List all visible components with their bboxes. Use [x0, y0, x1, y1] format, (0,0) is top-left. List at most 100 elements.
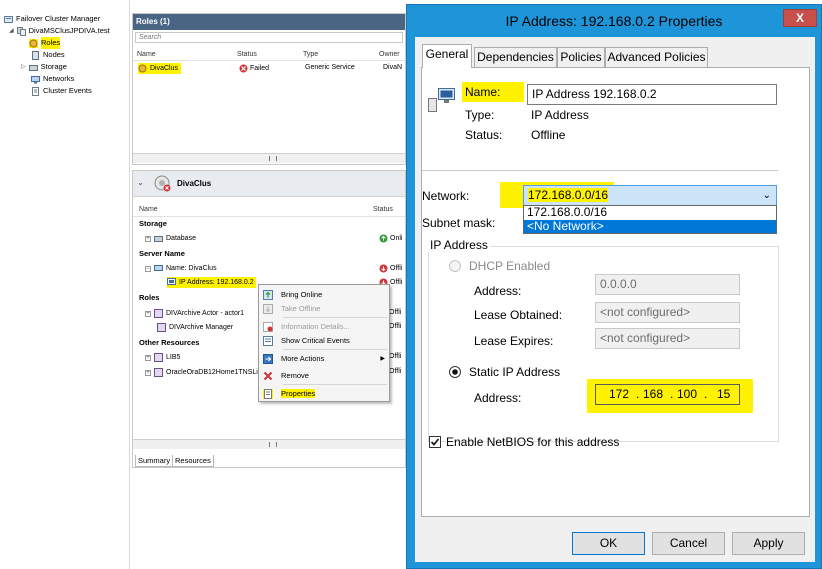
menu-item-remove[interactable]: Remove: [259, 369, 389, 382]
dialog-title: IP Address: 192.168.0.2 Properties: [505, 13, 723, 29]
collapse-arrow-icon[interactable]: ◢: [9, 25, 14, 37]
resource-row-database[interactable]: + Database: [145, 233, 196, 244]
lease-obtained-field[interactable]: <not configured>: [595, 302, 740, 323]
menu-item-label: Show Critical Events: [281, 336, 350, 345]
table-row[interactable]: DivaClus Failed Generic Service DivaN: [133, 62, 405, 75]
expand-icon[interactable]: +: [145, 310, 151, 317]
tree-item-storage[interactable]: ▷ Storage: [21, 61, 67, 73]
network-dropdown-list: 172.168.0.0/16 <No Network>: [523, 205, 777, 234]
column-header-status[interactable]: Status: [237, 51, 257, 58]
tab-resources[interactable]: Resources: [172, 455, 214, 467]
resource-status-text: Offli: [389, 353, 402, 360]
tree-item-networks[interactable]: Networks: [31, 73, 74, 85]
static-ip-label: Static IP Address: [469, 365, 561, 379]
resource-status-text: Offli: [389, 368, 402, 375]
tab-summary[interactable]: Summary: [135, 455, 174, 467]
name-label: Name:: [462, 82, 525, 102]
tab-policies[interactable]: Policies: [557, 47, 605, 67]
cluster-events-icon: [31, 86, 40, 96]
chevron-down-icon[interactable]: ⌄: [763, 186, 771, 205]
resource-row-name[interactable]: − Name: DivaClus: [145, 263, 217, 274]
service-icon: [154, 368, 163, 377]
group-storage: Storage: [139, 219, 167, 228]
menu-item-take-offline[interactable]: Take Offline: [259, 302, 389, 315]
information-icon: [263, 321, 273, 332]
resource-row-lib5[interactable]: + LIB5: [145, 352, 180, 363]
navigation-tree: Failover Cluster Manager ◢ DivaMSClusJPD…: [0, 0, 130, 569]
menu-item-information-details[interactable]: Information Details...: [259, 320, 389, 333]
general-tab-page: Name: IP Address 192.168.0.2 Type: IP Ad…: [421, 67, 810, 517]
resource-row-ip-address[interactable]: IP Address: 192.168.0.2: [167, 277, 256, 288]
tab-dependencies[interactable]: Dependencies: [474, 47, 557, 67]
static-address-field[interactable]: 172 . 168 . 100 . 15: [595, 384, 740, 405]
cluster-manager-icon: [4, 15, 13, 24]
close-button[interactable]: X: [783, 9, 817, 27]
lease-expires-field[interactable]: <not configured>: [595, 328, 740, 349]
resource-row-manager[interactable]: DIVArchive Manager: [157, 322, 233, 333]
horizontal-scrollbar[interactable]: [133, 153, 405, 163]
resources-header: ⌄ DivaClus: [133, 171, 405, 197]
netbios-checkbox[interactable]: [429, 436, 441, 448]
apply-button[interactable]: Apply: [732, 532, 805, 555]
resource-name: IP Address: 192.168.0.2: [179, 279, 254, 286]
tree-cluster[interactable]: ◢ DivaMSClusJPDIVA.test: [9, 25, 110, 37]
column-header-name[interactable]: Name: [139, 206, 158, 213]
resource-name: LIB5: [166, 354, 181, 361]
roles-search-input[interactable]: Search: [135, 32, 403, 43]
tree-item-label: Nodes: [43, 50, 65, 59]
resource-status-text: Offli: [390, 279, 403, 286]
cancel-button[interactable]: Cancel: [652, 532, 725, 555]
tree-item-nodes[interactable]: Nodes: [31, 49, 65, 61]
ip-address-icon: [167, 278, 176, 287]
menu-item-more-actions[interactable]: More Actions ▶: [259, 352, 389, 365]
network-option[interactable]: 172.168.0.0/16: [524, 206, 776, 219]
expand-arrow-icon[interactable]: ▷: [21, 61, 26, 73]
horizontal-scrollbar[interactable]: [133, 439, 405, 449]
resource-status: Offli: [389, 368, 401, 375]
ip-address-group-label: IP Address: [428, 238, 490, 252]
collapse-chevron-icon[interactable]: ⌄: [137, 178, 144, 187]
tree-root[interactable]: Failover Cluster Manager: [4, 13, 100, 25]
submenu-arrow-icon: ▶: [380, 356, 385, 362]
dhcp-address-field[interactable]: 0.0.0.0: [595, 274, 740, 295]
menu-item-show-critical-events[interactable]: Show Critical Events: [259, 334, 389, 347]
resource-name: Name: DivaClus: [166, 265, 217, 272]
column-header-owner[interactable]: Owner: [379, 51, 400, 58]
column-header-status[interactable]: Status: [373, 206, 393, 213]
expand-icon[interactable]: +: [145, 354, 151, 361]
more-actions-icon: [263, 353, 273, 364]
column-header-name[interactable]: Name: [137, 51, 156, 58]
ip-octet: 168: [643, 387, 664, 401]
resource-status: Offli: [389, 323, 401, 330]
network-option-selected[interactable]: <No Network>: [524, 220, 776, 233]
status-label: Status:: [465, 128, 503, 142]
lease-expires-label: Lease Expires:: [474, 334, 554, 348]
resource-row-oracle[interactable]: + OracleOraDB12Home1TNSLi: [145, 367, 258, 378]
expand-icon[interactable]: +: [145, 369, 151, 376]
tree-item-label: Roles: [41, 37, 61, 49]
roles-pane-title: Roles (1): [133, 14, 405, 30]
disk-icon: [154, 234, 163, 243]
ok-button[interactable]: OK: [572, 532, 645, 555]
tree-item-cluster-events[interactable]: Cluster Events: [31, 85, 92, 97]
name-field[interactable]: IP Address 192.168.0.2: [527, 84, 777, 105]
menu-item-bring-online[interactable]: Bring Online: [259, 288, 389, 301]
properties-dialog: IP Address: 192.168.0.2 Properties X Gen…: [406, 4, 822, 569]
resource-status-text: Onli: [390, 235, 403, 242]
expand-icon[interactable]: +: [145, 235, 151, 242]
tab-general[interactable]: General: [422, 44, 472, 68]
static-ip-radio[interactable]: [449, 366, 461, 378]
resource-row-actor[interactable]: + DIVArchive Actor - actor1: [145, 308, 244, 319]
menu-item-properties[interactable]: Properties: [259, 387, 389, 400]
tab-advanced-policies[interactable]: Advanced Policies: [605, 47, 708, 67]
collapse-icon[interactable]: −: [145, 265, 151, 272]
role-status-cell: Failed: [239, 64, 269, 73]
tree-item-roles[interactable]: Roles: [29, 37, 61, 49]
service-icon: [154, 309, 163, 318]
dhcp-radio[interactable]: [449, 260, 461, 272]
resource-name: Database: [166, 235, 196, 242]
column-header-type[interactable]: Type: [303, 51, 318, 58]
tree-cluster-label: DivaMSClusJPDIVA.test: [28, 26, 110, 35]
menu-item-label: Properties: [281, 389, 316, 398]
network-select[interactable]: 172.168.0.0/16 ⌄: [523, 185, 777, 206]
